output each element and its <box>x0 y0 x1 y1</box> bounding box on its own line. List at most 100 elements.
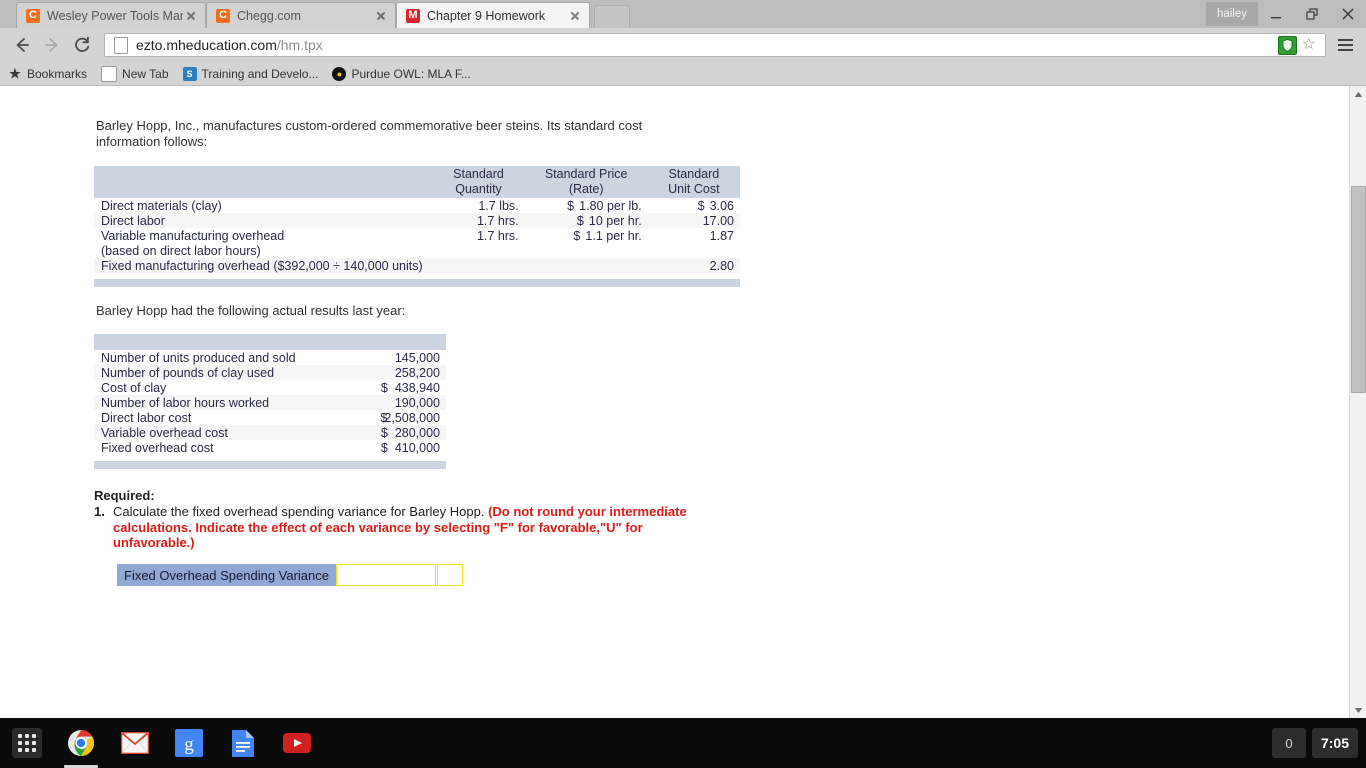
google-search-icon: g <box>174 728 204 758</box>
gmail-icon <box>120 728 150 758</box>
menu-line <box>1337 49 1353 51</box>
fixed-overhead-spending-variance-input[interactable] <box>336 564 436 586</box>
row-label: Number of units produced and sold <box>94 350 356 365</box>
app-launcher-icon <box>12 728 42 758</box>
menu-line <box>1337 39 1353 41</box>
system-tray: 0 7:05 <box>1271 718 1358 768</box>
header-line-2: Unit Cost <box>668 181 720 196</box>
bookmark-star-icon[interactable]: ☆ <box>1302 37 1316 53</box>
header-line-2: (Rate) <box>568 181 604 196</box>
header-standard-quantity: Standard Quantity <box>432 166 525 198</box>
table-row: Cost of clay $438,940 <box>94 380 446 395</box>
currency-symbol: $ <box>697 198 705 213</box>
tab-close-icon[interactable] <box>373 8 389 24</box>
window-controls <box>1258 0 1366 28</box>
mcgraw-hill-icon: M <box>406 8 420 23</box>
actual-results-table: Number of units produced and sold 145,00… <box>94 334 446 469</box>
app-launcher-button[interactable] <box>0 718 54 768</box>
clock[interactable]: 7:05 <box>1311 728 1358 758</box>
required-question: Calculate the fixed overhead spending va… <box>113 504 703 551</box>
taskbar-item-google-docs[interactable] <box>216 718 270 768</box>
browser-window: C Wesley Power Tools Manu C Chegg.com M … <box>0 0 1366 718</box>
bookmark-item-new-tab[interactable]: New Tab <box>101 65 169 82</box>
taskbar-item-chrome[interactable] <box>54 718 108 768</box>
bookmark-item-bookmarks[interactable]: ★ Bookmarks <box>8 65 87 81</box>
profile-name: hailey <box>1216 8 1247 20</box>
required-heading: Required: <box>94 488 155 503</box>
row-label: Variable manufacturing overhead <box>94 228 433 243</box>
row-label: Fixed overhead cost <box>94 440 356 455</box>
header-blank-value <box>356 334 446 350</box>
header-standard-price: Standard Price (Rate) <box>524 166 648 198</box>
browser-tab-3[interactable]: M Chapter 9 Homework <box>396 2 590 28</box>
row-price: $1.1 per hr. <box>524 228 648 243</box>
question-text-plain: Calculate the fixed overhead spending va… <box>113 504 485 519</box>
close-button[interactable] <box>1330 0 1366 28</box>
row-quantity: 1.7 hrs. <box>432 213 525 228</box>
row-value: 190,000 <box>356 395 446 410</box>
reload-button[interactable] <box>68 31 96 59</box>
address-bar[interactable]: ezto.mheducation.com/hm.tpx ☆ <box>104 33 1326 57</box>
url-domain: ezto.mheducation.com <box>136 37 277 53</box>
table-row: Variable overhead cost $280,000 <box>94 425 446 440</box>
row-label: Direct materials (clay) <box>94 198 433 213</box>
row-quantity <box>432 243 525 258</box>
bookmark-label: Training and Develo... <box>201 66 319 81</box>
header-blank <box>94 166 433 198</box>
row-label: Direct labor cost <box>94 410 356 425</box>
browser-tab-1[interactable]: C Wesley Power Tools Manu <box>16 2 206 28</box>
minimize-button[interactable] <box>1258 0 1294 28</box>
scroll-up-arrow[interactable] <box>1350 86 1366 102</box>
row-price: $10 per hr. <box>524 213 648 228</box>
taskbar-item-google-search[interactable]: g <box>162 718 216 768</box>
scrollbar-thumb[interactable] <box>1351 186 1366 393</box>
star-icon: ★ <box>9 65 21 81</box>
tab-close-icon[interactable] <box>183 8 199 24</box>
omnibox-actions: ☆ <box>1277 35 1325 55</box>
table-row: Direct labor 1.7 hrs. $10 per hr. 17.00 <box>94 213 740 228</box>
value: 190,000 <box>394 395 440 410</box>
header-standard-unit-cost: Standard Unit Cost <box>647 166 740 198</box>
row-label: Fixed manufacturing overhead ($392,000 ÷… <box>94 258 433 273</box>
scroll-down-arrow[interactable] <box>1350 702 1366 718</box>
vertical-scrollbar[interactable] <box>1349 86 1366 718</box>
row-label: Number of pounds of clay used <box>94 365 356 380</box>
page-viewport: Barley Hopp, Inc., manufactures custom-o… <box>0 86 1366 718</box>
restore-button[interactable] <box>1294 0 1330 28</box>
currency-symbol: $ <box>567 198 575 213</box>
table-row: Number of pounds of clay used 258,200 <box>94 365 446 380</box>
row-unit-cost: 1.87 <box>647 228 740 243</box>
back-button[interactable] <box>8 31 36 59</box>
profile-button[interactable]: hailey <box>1205 2 1258 26</box>
row-quantity: 1.7 lbs. <box>432 198 525 213</box>
svg-text:g: g <box>184 734 194 755</box>
row-unit-cost <box>647 243 740 258</box>
tab-title: Chapter 9 Homework <box>427 8 546 23</box>
taskbar-item-youtube[interactable] <box>270 718 324 768</box>
document-icon <box>101 65 118 82</box>
row-price <box>524 243 648 258</box>
bookmark-label: New Tab <box>122 66 169 81</box>
forward-button[interactable] <box>38 31 66 59</box>
sharepoint-icon: S <box>182 66 197 81</box>
currency-symbol: $ <box>380 440 388 455</box>
browser-tab-2[interactable]: C Chegg.com <box>206 2 396 28</box>
row-value: $280,000 <box>356 425 446 440</box>
bookmark-label: Purdue OWL: MLA F... <box>351 66 471 81</box>
row-price <box>524 258 648 273</box>
chrome-menu-button[interactable] <box>1332 32 1358 58</box>
row-value: $2,508,000 <box>356 410 446 425</box>
bookmark-item-purdue-owl[interactable]: ● Purdue OWL: MLA F... <box>332 66 471 81</box>
cost-value: 1.87 <box>709 228 734 243</box>
table-row: Number of labor hours worked 190,000 <box>94 395 446 410</box>
notification-count-badge[interactable]: 0 <box>1271 728 1306 758</box>
tab-close-icon[interactable] <box>567 8 583 24</box>
extension-icon[interactable] <box>1277 35 1297 55</box>
taskbar-item-gmail[interactable] <box>108 718 162 768</box>
url-text: ezto.mheducation.com/hm.tpx <box>136 37 323 53</box>
row-quantity <box>432 258 525 273</box>
new-tab-button[interactable] <box>594 5 630 28</box>
bookmark-item-training[interactable]: S Training and Develo... <box>182 66 319 81</box>
variance-effect-input[interactable] <box>437 564 463 586</box>
table-header-row: Standard Quantity Standard Price (Rate) … <box>94 166 740 198</box>
